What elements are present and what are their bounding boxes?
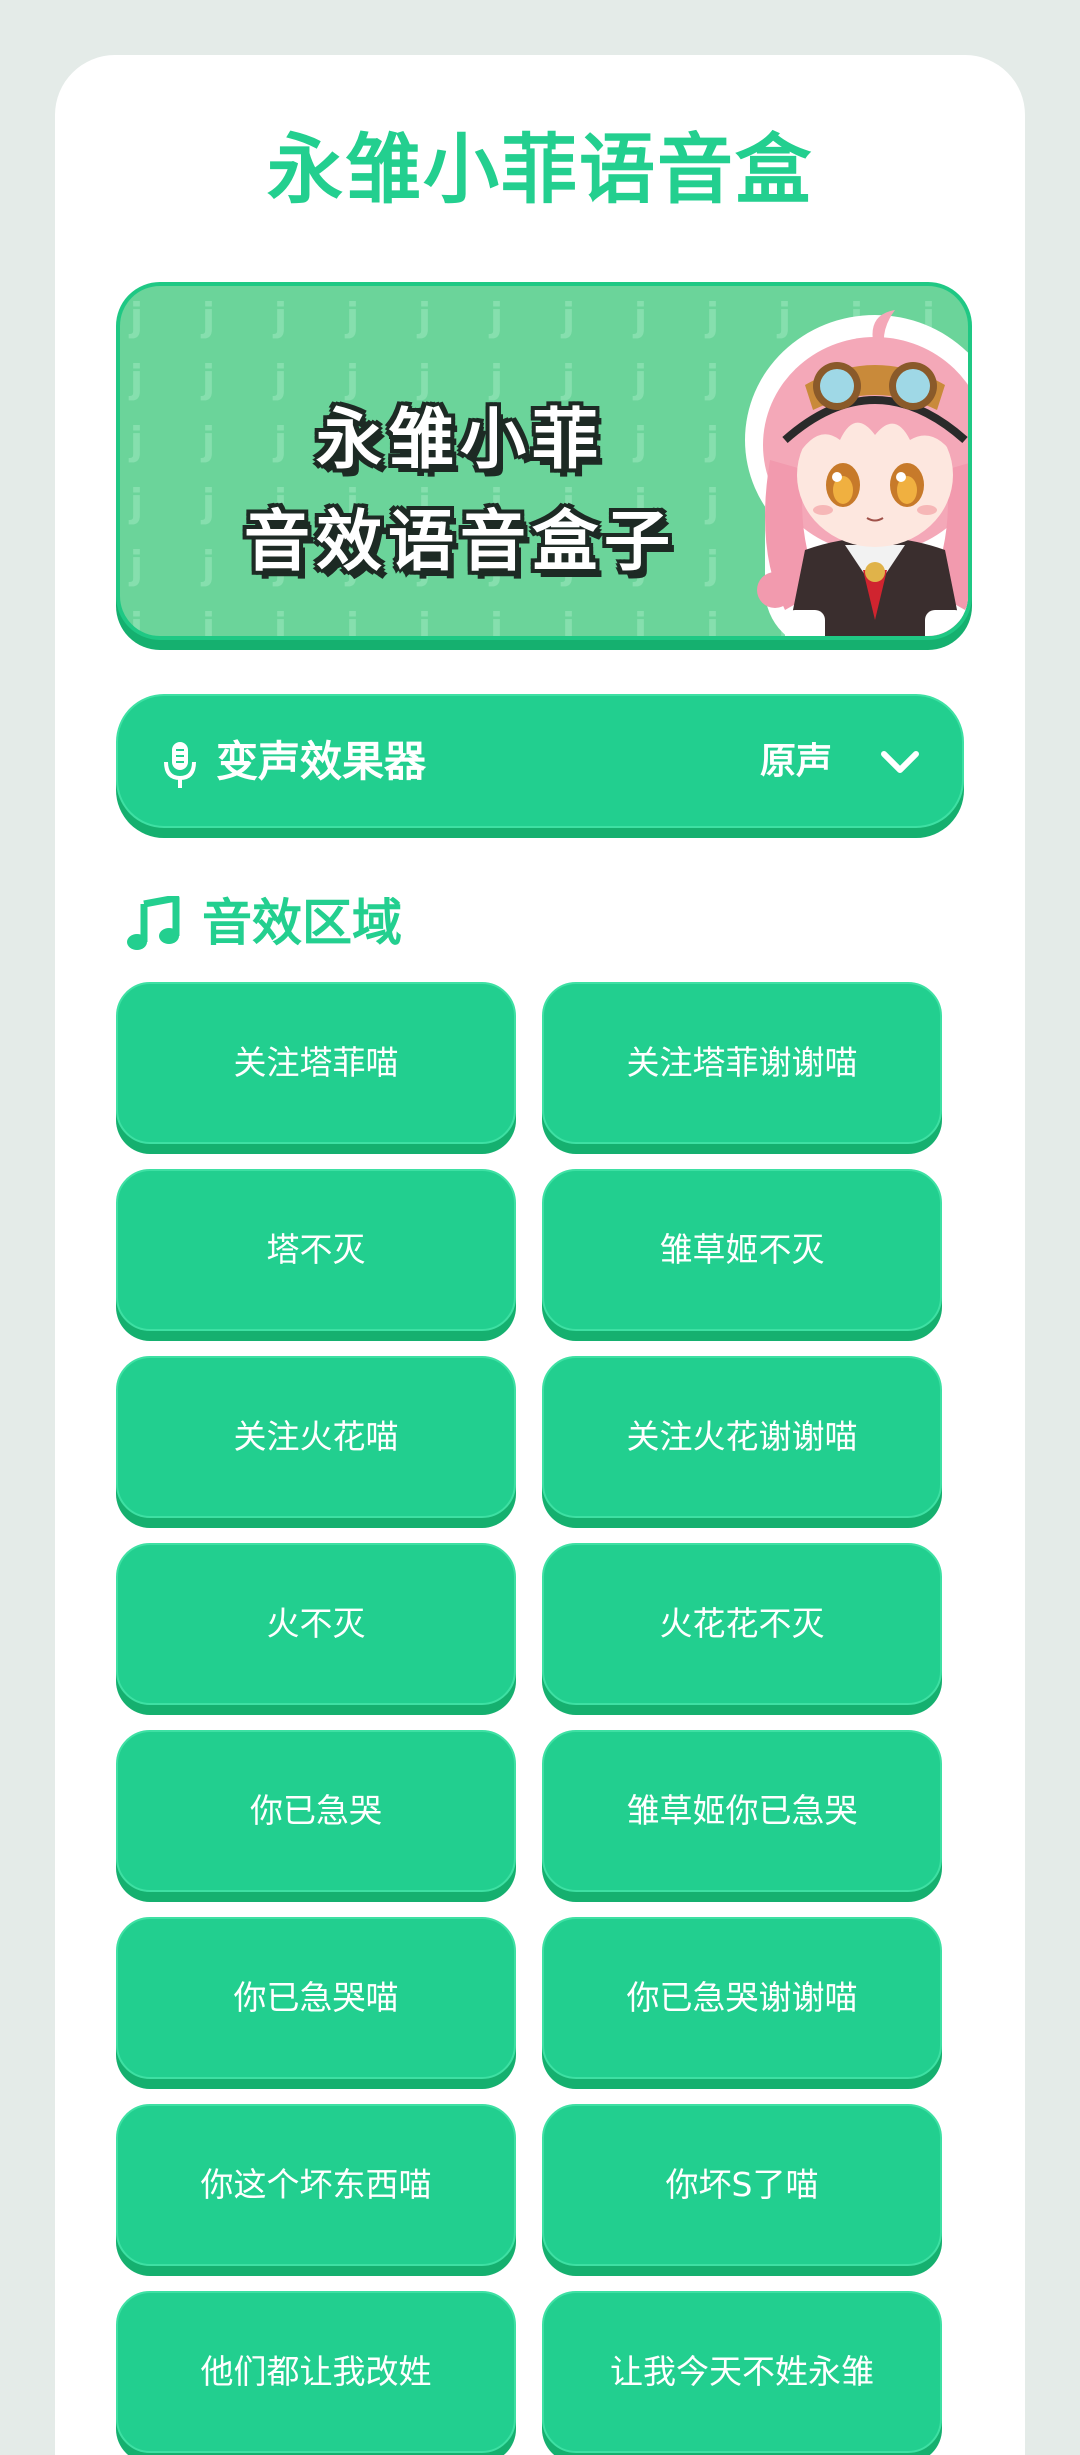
sound-button[interactable]: 你已急哭谢谢喵	[542, 1917, 942, 2079]
sound-button[interactable]: 雏草姬你已急哭	[542, 1730, 942, 1892]
character-illustration	[745, 310, 968, 636]
chevron-down-icon	[881, 751, 919, 773]
microphone-icon	[164, 742, 196, 788]
sound-button[interactable]: 你已急哭	[116, 1730, 516, 1892]
voice-changer-label: 变声效果器	[216, 737, 427, 786]
sound-section-title: 音效区域	[202, 894, 402, 952]
sound-button[interactable]: 关注塔菲谢谢喵	[542, 982, 942, 1144]
sound-button[interactable]: 关注火花谢谢喵	[542, 1356, 942, 1518]
sound-button[interactable]: 让我今天不姓永雏	[542, 2291, 942, 2453]
music-note-icon	[127, 896, 180, 950]
banner: j 永雏小菲 音效语音盒子	[116, 282, 972, 640]
sound-button[interactable]: 雏草姬不灭	[542, 1169, 942, 1331]
sound-button[interactable]: 关注塔菲喵	[116, 982, 516, 1144]
sound-button[interactable]: 关注火花喵	[116, 1356, 516, 1518]
sound-button[interactable]: 你这个坏东西喵	[116, 2104, 516, 2266]
voice-changer-value: 原声	[759, 741, 832, 782]
sound-button[interactable]: 火花花不灭	[542, 1543, 942, 1705]
sound-button[interactable]: 他们都让我改姓	[116, 2291, 516, 2453]
banner-title-line2: 音效语音盒子	[244, 503, 676, 580]
sound-button[interactable]: 火不灭	[116, 1543, 516, 1705]
banner-title-line1: 永雏小菲	[316, 401, 604, 478]
sound-button[interactable]: 塔不灭	[116, 1169, 516, 1331]
sound-button[interactable]: 你已急哭喵	[116, 1917, 516, 2079]
voice-changer-selector[interactable]: 变声效果器 原声	[116, 694, 964, 828]
app-title: 永雏小菲语音盒	[267, 125, 813, 214]
sound-button[interactable]: 你坏S了喵	[542, 2104, 942, 2266]
